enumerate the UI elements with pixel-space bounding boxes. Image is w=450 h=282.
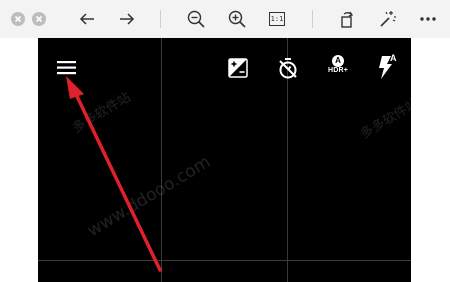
annotation-arrow (66, 76, 162, 272)
